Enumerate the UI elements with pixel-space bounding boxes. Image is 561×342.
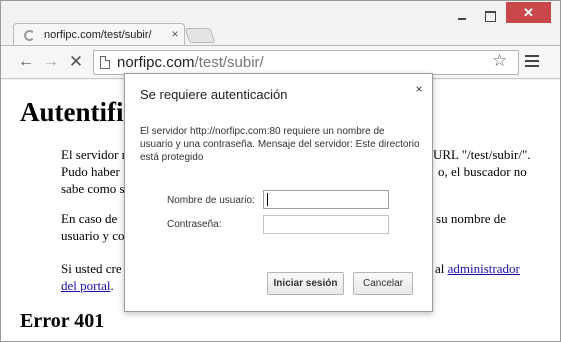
tab-strip: norfipc.com/test/subir/ × ✕ <box>1 1 560 47</box>
text-caret <box>267 193 268 206</box>
paragraph-3-right: al administrador <box>435 260 520 277</box>
paragraph-3-text: Si usted cre <box>61 261 122 276</box>
paragraph-2-right: e su nombre de <box>427 211 507 226</box>
browser-window: norfipc.com/test/subir/ × ✕ ← → ✕ norfip… <box>0 0 561 342</box>
dialog-title: Se requiere autenticación <box>140 87 288 102</box>
username-input[interactable] <box>263 190 389 209</box>
maximize-button[interactable] <box>476 7 504 25</box>
paragraph-3-right-text: al <box>435 261 448 276</box>
menu-icon[interactable] <box>525 55 539 67</box>
new-tab-button[interactable] <box>184 28 216 43</box>
url-host: norfipc.com <box>117 54 195 71</box>
tab-title: norfipc.com/test/subir/ <box>44 29 152 41</box>
back-arrow-icon[interactable]: ← <box>16 52 36 72</box>
admin-link-line-2[interactable]: del portal <box>61 278 110 293</box>
tab-close-icon[interactable]: × <box>168 27 182 43</box>
cancel-button[interactable]: Cancelar <box>353 272 413 295</box>
login-button[interactable]: Iniciar sesión <box>267 272 344 295</box>
dialog-close-icon[interactable]: × <box>413 82 425 96</box>
page-heading: Autentifi <box>20 97 124 127</box>
url-path: /test/subir/ <box>194 54 264 71</box>
admin-link[interactable]: administrador <box>448 261 520 276</box>
browser-tab[interactable]: norfipc.com/test/subir/ × <box>13 23 185 47</box>
page-icon <box>100 56 110 69</box>
window-close-button[interactable]: ✕ <box>506 2 551 23</box>
forward-arrow-icon[interactable]: → <box>41 52 61 72</box>
url-text[interactable]: norfipc.com/test/subir/ <box>117 54 264 71</box>
minimize-button[interactable] <box>448 7 476 25</box>
loading-spinner-icon <box>24 30 35 41</box>
username-label: Nombre de usuario: <box>167 195 255 206</box>
paragraph-1-right-line-2: o, el buscador no <box>438 164 527 179</box>
error-heading: Error 401 <box>20 310 105 332</box>
address-bar[interactable]: norfipc.com/test/subir/ ☆ <box>93 50 519 75</box>
auth-dialog: Se requiere autenticación × El servidor … <box>124 73 433 312</box>
stop-loading-icon[interactable]: ✕ <box>66 52 86 72</box>
link-suffix: . <box>110 278 114 293</box>
bookmark-star-icon[interactable]: ☆ <box>492 51 507 71</box>
password-input[interactable] <box>263 215 389 234</box>
paragraph-1-right-line-1: URL "/test/subir/". <box>433 147 531 162</box>
password-label: Contraseña: <box>167 219 222 230</box>
dialog-message: El servidor http://norfipc.com:80 requie… <box>140 126 420 163</box>
